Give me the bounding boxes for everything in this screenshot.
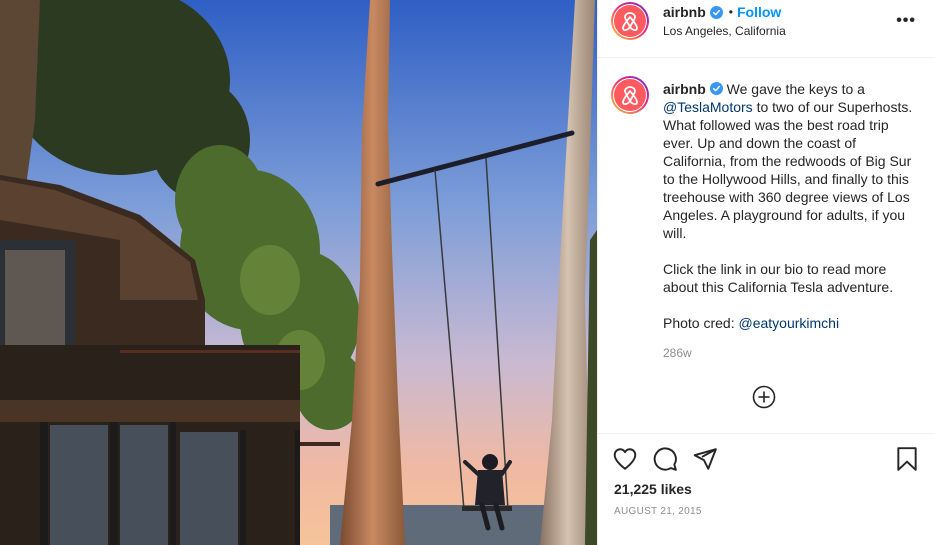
airbnb-logo-icon [622,86,638,106]
separator-dot: • [728,5,733,19]
caption-paragraph: Click the link in our bio to read more a… [663,261,894,295]
follow-button[interactable]: Follow [737,4,781,20]
time-ago[interactable]: 286w [663,346,692,360]
plus-circle-icon[interactable] [752,385,776,409]
bookmark-icon[interactable] [894,446,920,472]
caption-text: to two of our Superhosts. What followed … [663,99,913,241]
post-actions: 21,225 likes AUGUST 21, 2015 [598,433,935,545]
more-options-icon[interactable]: ••• [896,12,916,30]
treehouse-swing-photo [0,0,597,545]
post-caption: airbnb We gave the keys to a @TeslaMotor… [663,80,918,332]
mention-link-teslamotors[interactable]: @TeslaMotors [663,99,753,115]
comment-icon[interactable] [652,446,678,472]
send-icon[interactable] [692,446,718,472]
verified-badge-icon [709,5,723,19]
post-location[interactable]: Los Angeles, California [663,24,786,38]
post-author-username[interactable]: airbnb [663,4,706,20]
caption-text: We gave the keys to a [726,81,865,97]
verified-badge-icon [709,82,723,95]
mention-link-eatyourkimchi[interactable]: @eatyourkimchi [739,315,840,331]
caption-text: Photo cred: [663,315,739,331]
post-header: airbnb • Follow Los Angeles, California … [598,0,935,58]
caption-avatar[interactable] [611,76,649,114]
likes-count[interactable]: 21,225 likes [614,481,692,497]
airbnb-logo-icon [622,12,638,32]
post-photo[interactable] [0,0,597,545]
heart-icon[interactable] [612,446,638,472]
post-details-panel: airbnb • Follow Los Angeles, California … [597,0,935,545]
caption-username[interactable]: airbnb [663,81,706,97]
avatar[interactable] [611,2,649,40]
post-date[interactable]: AUGUST 21, 2015 [614,506,702,517]
